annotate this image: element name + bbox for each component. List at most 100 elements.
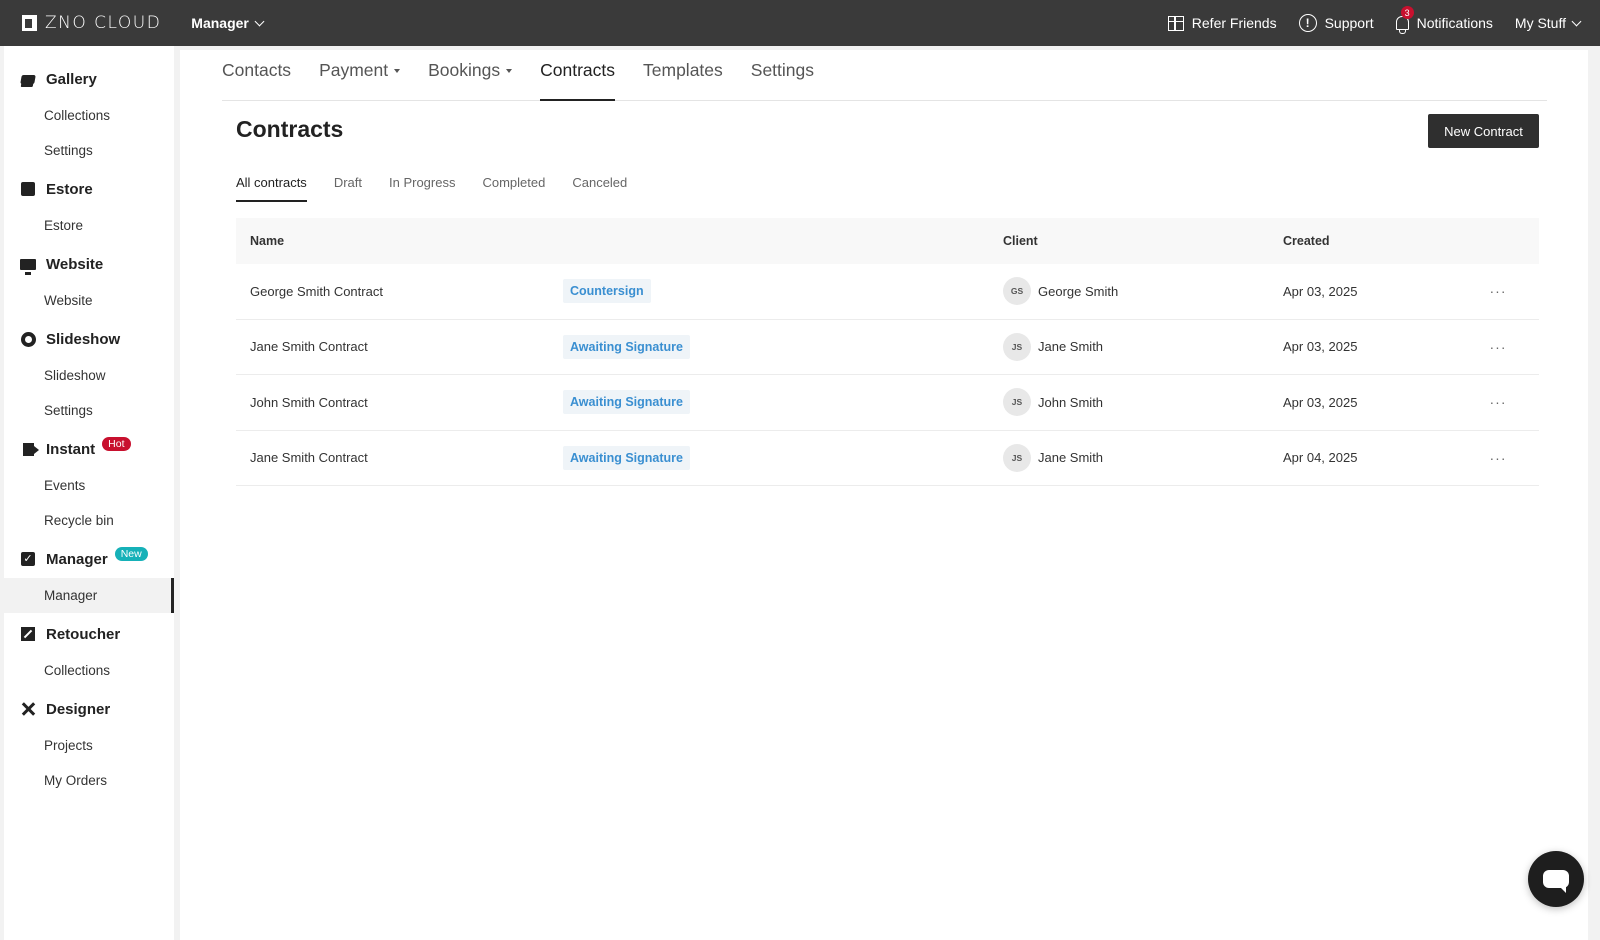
tab-contracts[interactable]: Contracts: [540, 60, 616, 101]
filter-tab-in-progress[interactable]: In Progress: [389, 175, 455, 202]
client-name: John Smith: [1038, 394, 1104, 410]
sidebar-section-estore[interactable]: Estore: [4, 170, 174, 208]
new-contract-button[interactable]: New Contract: [1428, 114, 1539, 148]
sidebar-section-website[interactable]: Website: [4, 245, 174, 283]
tab-bookings[interactable]: Bookings: [428, 60, 513, 100]
table-row[interactable]: George Smith Contract Countersign GS Geor…: [236, 264, 1539, 320]
client-name: George Smith: [1038, 283, 1119, 299]
manager-nav: Contacts Payment Bookings Contracts Temp…: [222, 50, 1547, 101]
checkbox-icon: ✓: [21, 552, 35, 566]
chat-support-button[interactable]: [1528, 851, 1584, 907]
status-badge: Awaiting Signature: [563, 390, 690, 415]
sidebar-item-gallery-settings[interactable]: Settings: [4, 133, 174, 168]
tab-label: Settings: [750, 60, 815, 80]
tab-label: Bookings: [428, 60, 501, 80]
top-bar: ZNO CLOUD Manager Refer Friends ! Suppor…: [0, 0, 1600, 46]
layers-icon: [20, 74, 36, 84]
sidebar-section-label: Manager: [46, 550, 108, 568]
sidebar-section-label: Designer: [46, 700, 111, 718]
tab-label: Contracts: [540, 60, 616, 80]
column-header-created[interactable]: Created: [1283, 234, 1478, 248]
video-icon: [22, 442, 39, 456]
table-row[interactable]: Jane Smith Contract Awaiting Signature J…: [236, 431, 1539, 486]
avatar: JS: [1003, 332, 1031, 361]
sidebar-section-instant[interactable]: Instant Hot: [4, 430, 174, 468]
created-date: Apr 03, 2025: [1283, 283, 1358, 299]
contract-filter-tabs: All contracts Draft In Progress Complete…: [236, 175, 654, 202]
hot-badge: Hot: [102, 437, 131, 451]
client-name: Jane Smith: [1038, 339, 1104, 355]
avatar: GS: [1003, 277, 1031, 306]
sidebar-item-projects[interactable]: Projects: [4, 728, 174, 763]
tab-contacts[interactable]: Contacts: [222, 60, 291, 100]
contract-name[interactable]: George Smith Contract: [236, 284, 563, 299]
sidebar-section-designer[interactable]: Designer: [4, 690, 174, 728]
retouch-icon: [21, 627, 35, 641]
sidebar-item-gallery-collections[interactable]: Collections: [4, 98, 174, 133]
notifications-link[interactable]: 3 Notifications: [1395, 6, 1493, 34]
status-badge: Countersign: [563, 279, 651, 304]
table-row[interactable]: John Smith Contract Awaiting Signature J…: [236, 375, 1539, 431]
film-reel-icon: [20, 331, 36, 347]
column-header-client[interactable]: Client: [1003, 234, 1283, 248]
my-stuff-label: My Stuff: [1514, 15, 1566, 31]
created-date: Apr 03, 2025: [1283, 394, 1358, 410]
filter-tab-draft[interactable]: Draft: [334, 175, 362, 202]
caret-down-icon: [394, 68, 401, 73]
tab-templates[interactable]: Templates: [643, 60, 723, 100]
sidebar-item-estore[interactable]: Estore: [4, 208, 174, 243]
sidebar-section-label: Gallery: [46, 70, 97, 88]
notifications-label: Notifications: [1416, 15, 1493, 31]
logo-text: ZNO CLOUD: [45, 13, 162, 33]
sidebar-item-website[interactable]: Website: [4, 283, 174, 318]
created-date: Apr 03, 2025: [1283, 339, 1358, 355]
more-options-icon[interactable]: ···: [1478, 283, 1518, 299]
monitor-icon: [20, 258, 36, 275]
sidebar-section-label: Slideshow: [46, 330, 121, 348]
support-link[interactable]: ! Support: [1298, 14, 1374, 32]
alert-circle-icon: !: [1298, 14, 1317, 32]
more-options-icon[interactable]: ···: [1478, 450, 1518, 466]
contract-name[interactable]: Jane Smith Contract: [236, 450, 563, 465]
more-options-icon[interactable]: ···: [1478, 394, 1518, 410]
sidebar-item-my-orders[interactable]: My Orders: [4, 763, 174, 798]
sidebar-section-gallery[interactable]: Gallery: [4, 60, 174, 98]
sidebar-section-label: Estore: [46, 180, 93, 198]
chevron-down-icon: [1571, 16, 1582, 26]
filter-tab-canceled[interactable]: Canceled: [572, 175, 627, 202]
table-header: Name Client Created: [236, 218, 1539, 264]
sidebar-item-retoucher-collections[interactable]: Collections: [4, 653, 174, 688]
status-badge: Awaiting Signature: [563, 334, 690, 359]
sidebar-item-manager[interactable]: Manager: [4, 578, 174, 613]
sidebar-section-slideshow[interactable]: Slideshow: [4, 320, 174, 358]
app-switcher-label: Manager: [191, 15, 249, 31]
sidebar-item-events[interactable]: Events: [4, 468, 174, 503]
avatar: JS: [1003, 443, 1031, 472]
sidebar-section-manager[interactable]: ✓ Manager New: [4, 540, 174, 578]
filter-tab-all[interactable]: All contracts: [236, 175, 307, 202]
filter-tab-completed[interactable]: Completed: [482, 175, 545, 202]
refer-friends-label: Refer Friends: [1191, 15, 1277, 31]
contract-name[interactable]: John Smith Contract: [236, 395, 563, 410]
my-stuff-menu[interactable]: My Stuff: [1514, 15, 1582, 31]
caret-down-icon: [506, 68, 513, 73]
sidebar-section-label: Retoucher: [46, 625, 121, 643]
table-row[interactable]: Jane Smith Contract Awaiting Signature J…: [236, 320, 1539, 375]
avatar: JS: [1003, 388, 1031, 417]
created-date: Apr 04, 2025: [1283, 450, 1358, 466]
more-options-icon[interactable]: ···: [1478, 339, 1518, 355]
main-panel: Contacts Payment Bookings Contracts Temp…: [180, 50, 1588, 940]
sidebar-item-slideshow-settings[interactable]: Settings: [4, 393, 174, 428]
contract-name[interactable]: Jane Smith Contract: [236, 339, 563, 354]
sidebar-section-retoucher[interactable]: Retoucher: [4, 615, 174, 653]
refer-friends-link[interactable]: Refer Friends: [1167, 15, 1277, 31]
sidebar-item-slideshow[interactable]: Slideshow: [4, 358, 174, 393]
tab-settings[interactable]: Settings: [751, 60, 814, 100]
tab-payment[interactable]: Payment: [319, 60, 401, 100]
zno-logo[interactable]: ZNO CLOUD: [22, 13, 161, 33]
sidebar-section-label: Website: [46, 255, 104, 273]
sidebar-item-recycle-bin[interactable]: Recycle bin: [4, 503, 174, 538]
app-switcher[interactable]: Manager: [191, 15, 265, 31]
column-header-name[interactable]: Name: [236, 234, 563, 248]
store-icon: [21, 182, 35, 196]
